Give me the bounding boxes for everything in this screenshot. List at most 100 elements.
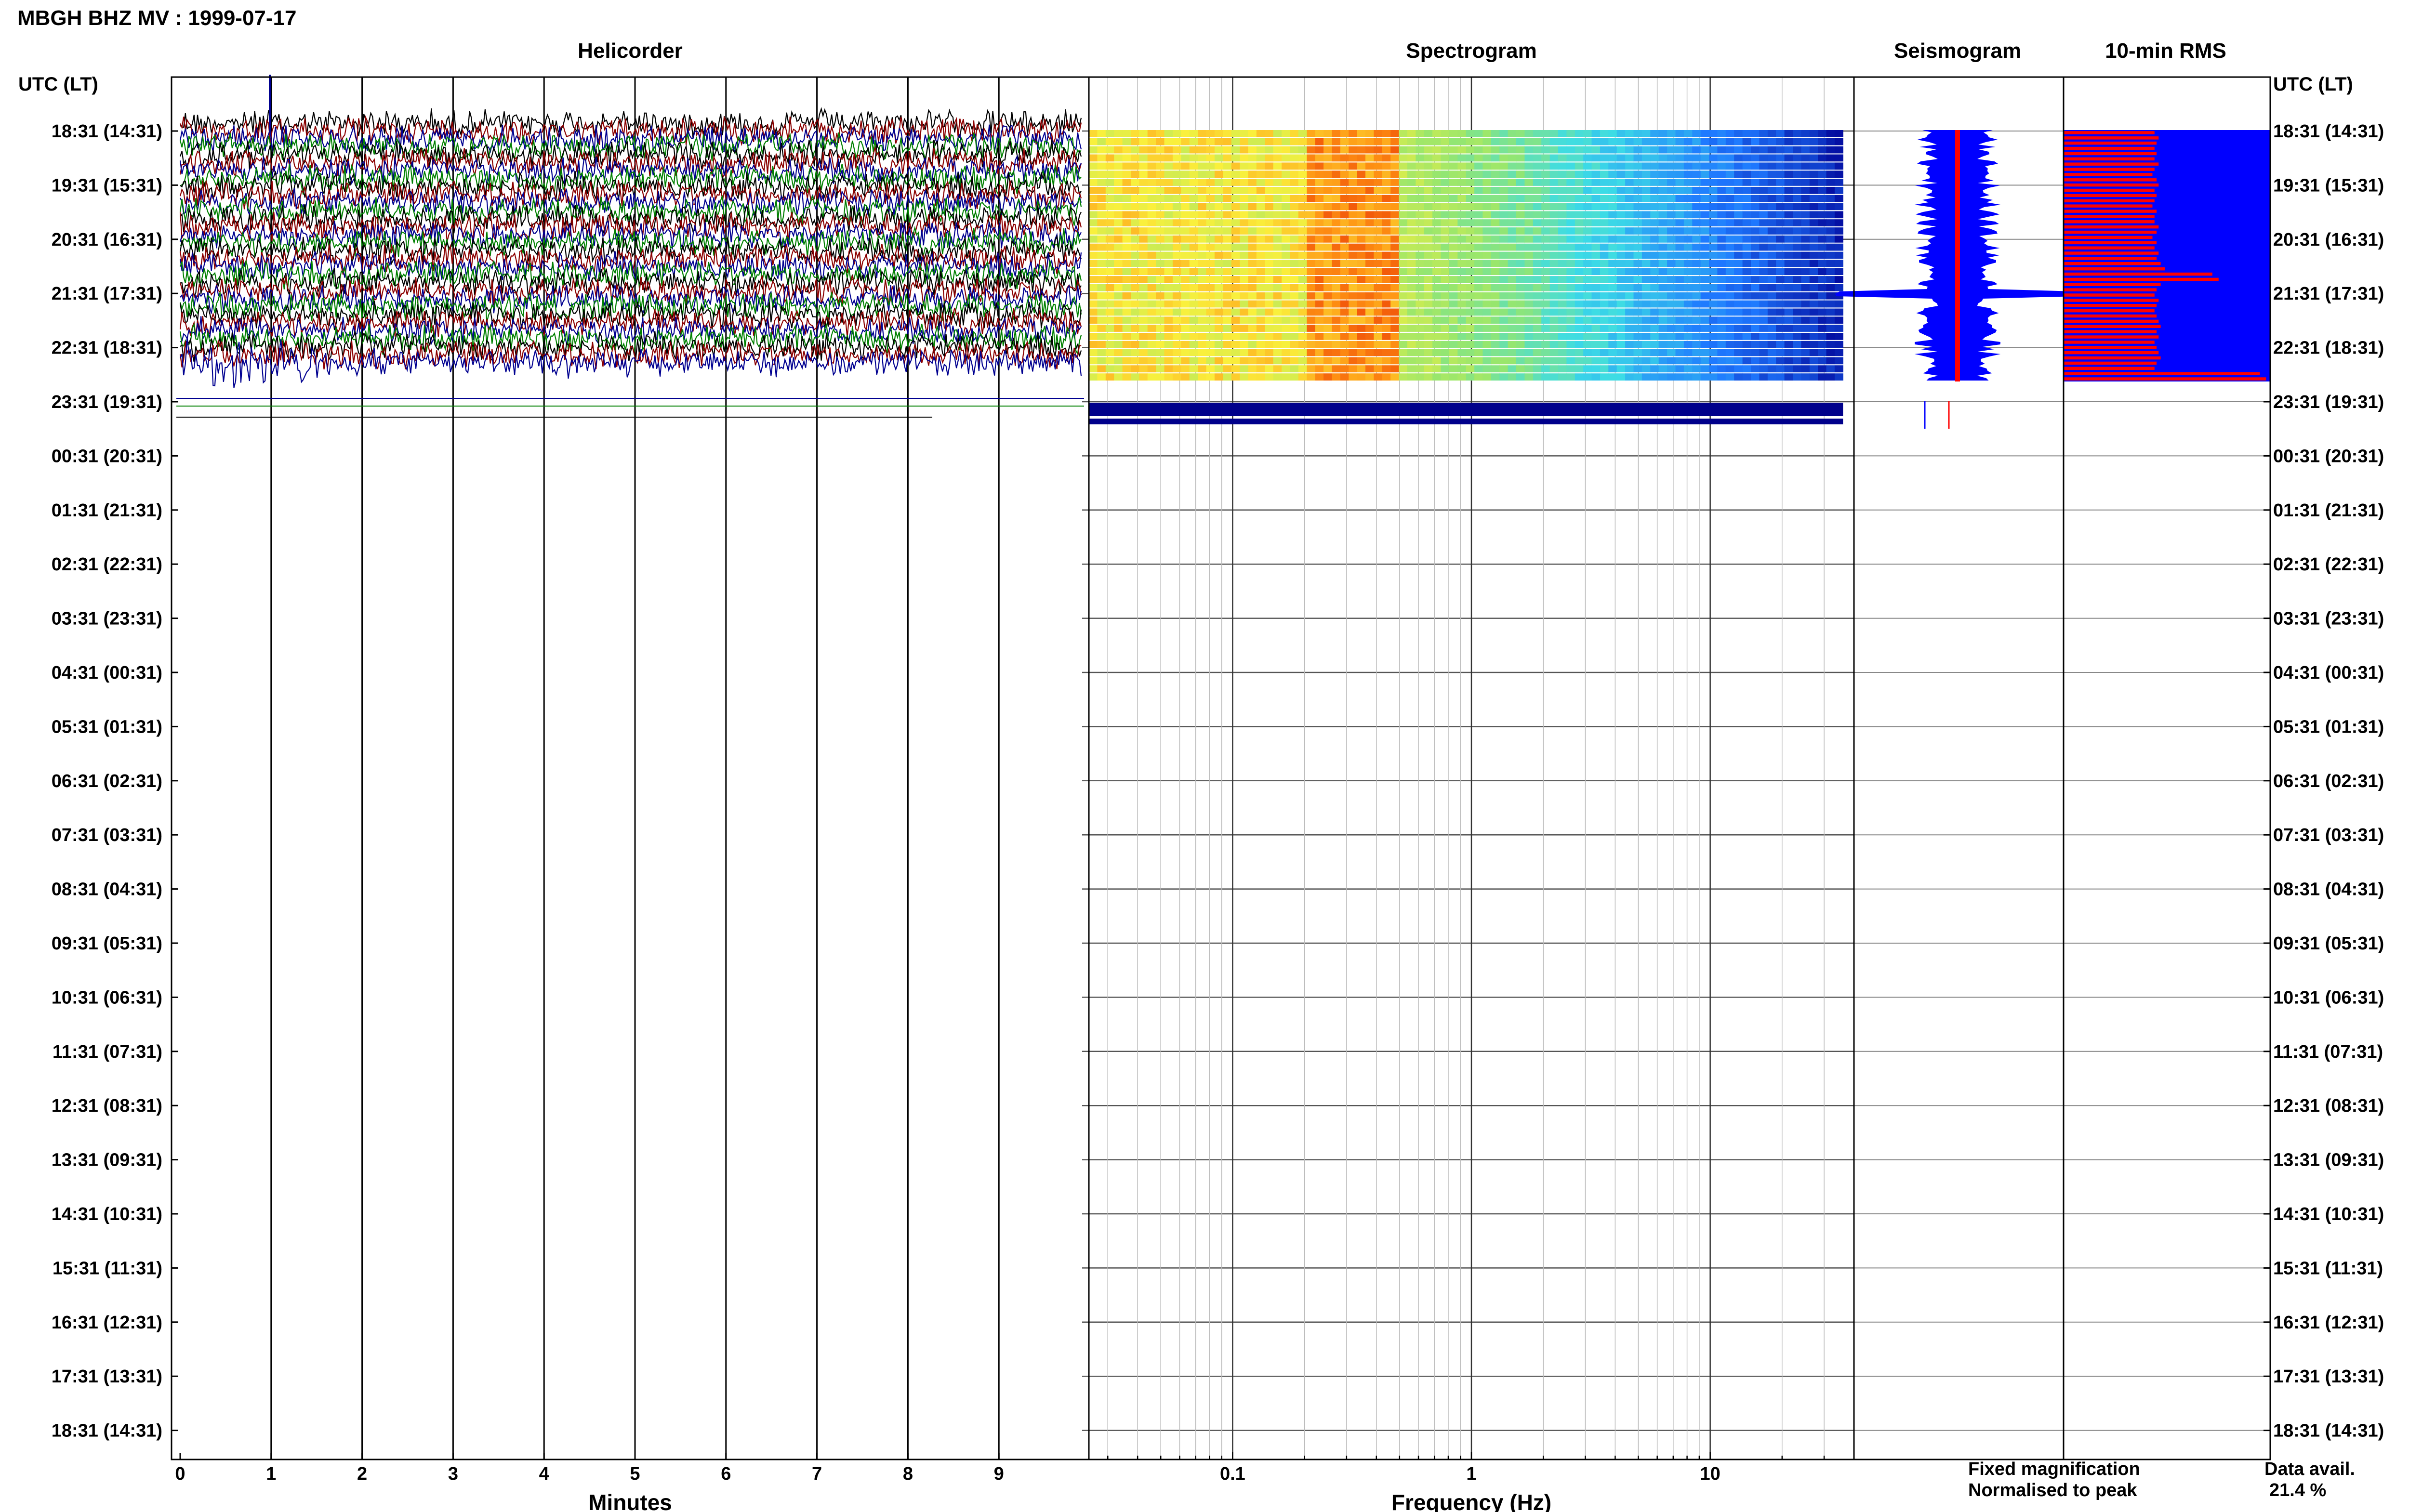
spectrogram-cell bbox=[1399, 308, 1408, 316]
spectrogram-cell bbox=[1122, 146, 1131, 154]
spectrogram-cell bbox=[1600, 243, 1609, 251]
spectrogram-cell bbox=[1516, 300, 1525, 308]
time-tick-label-left: 02:31 (22:31) bbox=[52, 554, 162, 575]
spectrogram-cell bbox=[1324, 341, 1332, 348]
spectrogram-cell bbox=[1407, 154, 1416, 162]
spectrogram-cell bbox=[1801, 146, 1810, 154]
spectrogram-cell bbox=[1784, 195, 1793, 202]
spectrogram-cell bbox=[1214, 219, 1223, 226]
spectrogram-cell bbox=[1382, 268, 1391, 276]
spectrogram-cell bbox=[1558, 349, 1567, 356]
spectrogram-cell bbox=[1324, 227, 1332, 235]
spectrogram-cell bbox=[1214, 357, 1223, 365]
spectrogram-cell bbox=[1122, 365, 1131, 373]
spectrogram-cell bbox=[1717, 325, 1726, 332]
spectrogram-cell bbox=[1725, 219, 1734, 226]
spectrogram-cell bbox=[1256, 171, 1265, 178]
spectrogram-cell bbox=[1147, 235, 1156, 243]
spectrogram-cell bbox=[1114, 325, 1123, 332]
spectrogram-cell bbox=[1416, 260, 1425, 267]
spectrogram-cell bbox=[1340, 268, 1349, 276]
spectrogram-cell bbox=[1734, 130, 1743, 137]
spectrogram-cell bbox=[1332, 276, 1341, 283]
spectrogram-cell bbox=[1558, 186, 1567, 194]
spectrogram-cell bbox=[1357, 211, 1366, 219]
spectrogram-cell bbox=[1734, 365, 1743, 373]
spectrogram-cell bbox=[1600, 276, 1609, 283]
spectrogram-cell bbox=[1214, 179, 1223, 186]
spectrogram-cell bbox=[1290, 349, 1299, 356]
spectrogram-cell bbox=[1675, 251, 1684, 259]
spectrogram-cell bbox=[1332, 243, 1341, 251]
spectrogram-cell bbox=[1516, 357, 1525, 365]
spectrogram-cell bbox=[1390, 219, 1400, 226]
spectrogram-cell bbox=[1625, 227, 1634, 235]
spectrogram-cell bbox=[1457, 276, 1467, 283]
spectrogram-cell bbox=[1466, 179, 1475, 186]
spectrogram-cell bbox=[1349, 171, 1358, 178]
spectrogram-cell bbox=[1122, 325, 1131, 332]
spectrogram-cell bbox=[1441, 316, 1450, 324]
spectrogram-cell bbox=[1416, 227, 1425, 235]
spectrogram-cell bbox=[1147, 300, 1156, 308]
spectrogram-cell bbox=[1206, 203, 1215, 210]
spectrogram-cell bbox=[1349, 268, 1358, 276]
rms-bar bbox=[2064, 136, 2159, 140]
spectrogram-cell bbox=[1692, 268, 1701, 276]
spectrogram-cell bbox=[1349, 154, 1358, 162]
spectrogram-cell bbox=[1482, 308, 1492, 316]
spectrogram-cell bbox=[1466, 300, 1475, 308]
spectrogram-cell bbox=[1600, 219, 1609, 226]
spectrogram-cell bbox=[1231, 138, 1240, 145]
spectrogram-cell bbox=[1641, 130, 1651, 137]
spectrogram-cell bbox=[1759, 268, 1768, 276]
spectrogram-cell bbox=[1667, 130, 1676, 137]
spectrogram-cell bbox=[1231, 292, 1240, 300]
spectrogram-cell bbox=[1189, 219, 1198, 226]
spectrogram-cell bbox=[1282, 357, 1290, 365]
spectrogram-cell bbox=[1751, 138, 1760, 145]
spectrogram-cell bbox=[1734, 316, 1743, 324]
spectrogram-cell bbox=[1424, 227, 1433, 235]
spectrogram-cell bbox=[1298, 162, 1307, 170]
spectrogram-cell bbox=[1516, 260, 1525, 267]
spectrogram-cell bbox=[1156, 162, 1165, 170]
spectrogram-cell bbox=[1172, 308, 1181, 316]
spectrogram-cell bbox=[1441, 357, 1450, 365]
spectrogram-cell bbox=[1416, 162, 1425, 170]
spectrogram-cell bbox=[1416, 276, 1425, 283]
spectrogram-cell bbox=[1340, 243, 1349, 251]
spectrogram-cell bbox=[1466, 162, 1475, 170]
spectrogram-cell bbox=[1482, 186, 1492, 194]
spectrogram-cell bbox=[1818, 235, 1827, 243]
spectrogram-cell bbox=[1566, 219, 1575, 226]
spectrogram-cell bbox=[1608, 365, 1617, 373]
spectrogram-cell bbox=[1282, 349, 1290, 356]
spectrogram-cell bbox=[1206, 349, 1215, 356]
spectrogram-cell bbox=[1273, 284, 1282, 291]
spectrogram-cell bbox=[1801, 292, 1810, 300]
spectrogram-cell bbox=[1717, 162, 1726, 170]
spectrogram-cell bbox=[1591, 292, 1601, 300]
spectrogram-cell bbox=[1667, 308, 1676, 316]
frequency-tick-label: 0.1 bbox=[1220, 1464, 1245, 1484]
spectrogram-cell bbox=[1608, 171, 1617, 178]
spectrogram-cell bbox=[1667, 171, 1676, 178]
spectrogram-cell bbox=[1700, 349, 1709, 356]
minute-tick-label: 7 bbox=[812, 1464, 822, 1484]
spectrogram-cell bbox=[1793, 276, 1801, 283]
spectrogram-cell bbox=[1298, 308, 1307, 316]
spectrogram-cell bbox=[1650, 251, 1659, 259]
spectrogram-cell bbox=[1482, 300, 1492, 308]
spectrogram-cell bbox=[1508, 292, 1517, 300]
spectrogram-cell bbox=[1566, 365, 1575, 373]
spectrogram-cell bbox=[1575, 219, 1584, 226]
spectrogram-cell bbox=[1608, 268, 1617, 276]
spectrogram-cell bbox=[1793, 357, 1801, 365]
spectrogram-cell bbox=[1324, 373, 1332, 381]
time-tick-label-left: 20:31 (16:31) bbox=[52, 230, 162, 250]
spectrogram-cell bbox=[1834, 186, 1843, 194]
spectrogram-cell bbox=[1709, 243, 1718, 251]
spectrogram-cell bbox=[1516, 219, 1525, 226]
spectrogram-cell bbox=[1273, 373, 1282, 381]
